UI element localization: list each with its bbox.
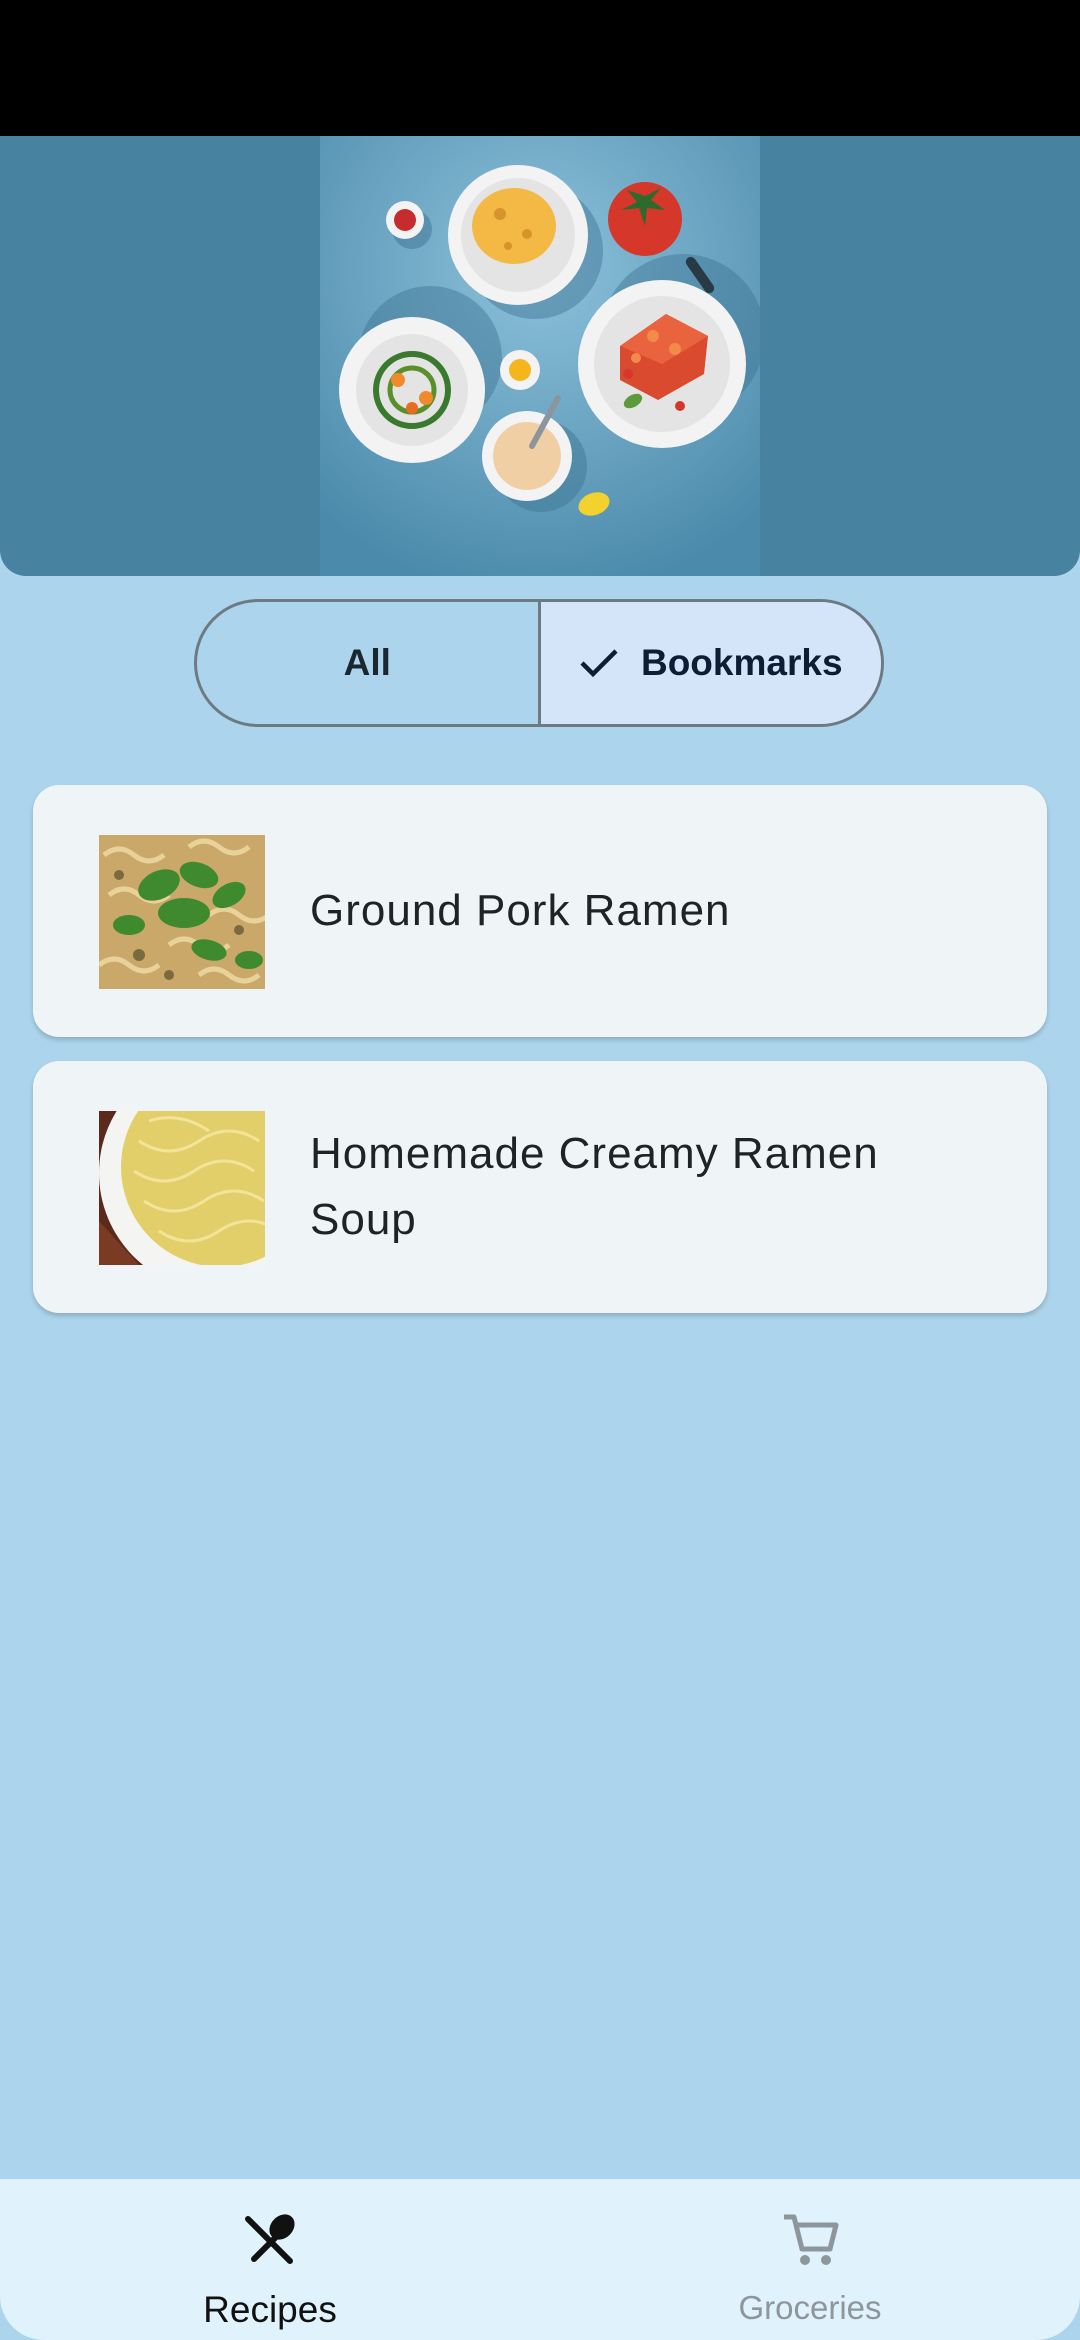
recipe-card-creamy-ramen-soup[interactable]: Homemade Creamy Ramen Soup	[33, 1061, 1047, 1313]
filter-bookmarks-label: Bookmarks	[640, 642, 843, 683]
bottom-navigation-bar: Recipes Groceries	[0, 2179, 1080, 2340]
nav-label-recipes: Recipes	[203, 2289, 337, 2330]
recipe-title: Homemade Creamy Ramen Soup	[310, 1129, 879, 1244]
recipe-card-ground-pork-ramen[interactable]: Ground Pork Ramen	[33, 785, 1047, 1037]
fork-spoon-icon	[245, 2214, 295, 2264]
nav-item-groceries[interactable]: Groceries	[540, 2179, 1080, 2340]
recipe-title: Ground Pork Ramen	[310, 886, 731, 935]
filter-all-button[interactable]: All	[197, 602, 541, 724]
nav-label-groceries: Groceries	[738, 2289, 882, 2326]
cart-icon	[784, 2214, 839, 2265]
nav-item-recipes[interactable]: Recipes	[0, 2179, 540, 2340]
filter-all-label: All	[343, 642, 391, 683]
header-banner	[0, 136, 1080, 576]
check-icon	[580, 649, 618, 678]
filter-bookmarks-button[interactable]: Bookmarks	[540, 602, 881, 724]
recipe-filter-toggle: All Bookmarks	[194, 599, 884, 727]
food-table-illustration	[320, 136, 760, 576]
recipe-thumbnail-ramen-greens	[99, 835, 265, 989]
status-bar	[0, 0, 1080, 136]
recipe-thumbnail-creamy-ramen	[99, 1111, 265, 1265]
